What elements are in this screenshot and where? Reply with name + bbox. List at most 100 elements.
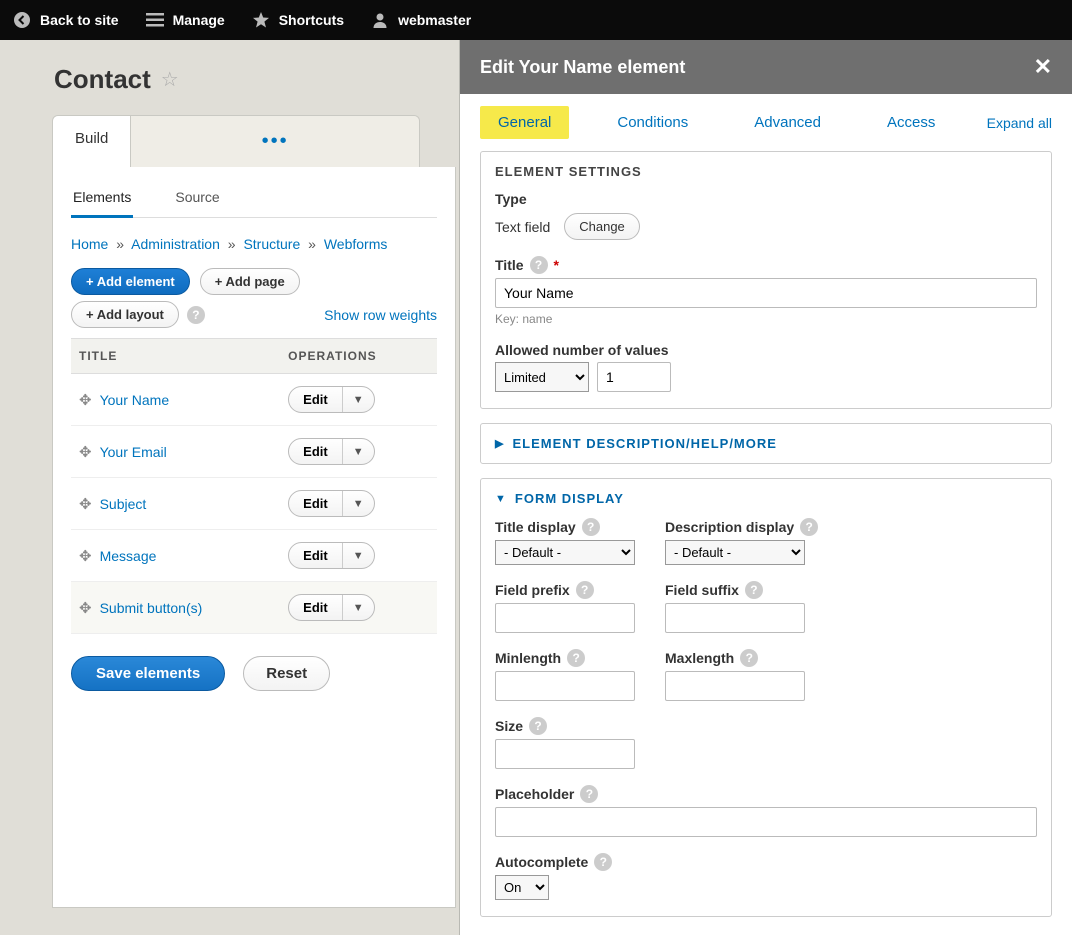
dropdown-toggle-button[interactable]: ▼ [342,439,374,464]
show-row-weights-link[interactable]: Show row weights [324,307,437,323]
help-icon[interactable]: ? [530,256,548,274]
help-icon[interactable]: ? [582,518,600,536]
element-description-toggle[interactable]: ▶ ELEMENT DESCRIPTION/HELP/MORE [481,424,1051,463]
title-field-label: Title [495,257,524,273]
subtab-elements[interactable]: Elements [71,183,133,218]
dropdown-toggle-button[interactable]: ▼ [342,543,374,568]
subtab-source[interactable]: Source [173,183,221,217]
element-description-heading: ELEMENT DESCRIPTION/HELP/MORE [512,436,776,451]
tab-more[interactable]: ••• [131,116,419,167]
autocomplete-select[interactable]: On [495,875,549,900]
title-display-select[interactable]: - Default - [495,540,635,565]
change-type-button[interactable]: Change [564,213,640,240]
element-link[interactable]: Submit button(s) [100,600,203,616]
breadcrumb: Home » Administration » Structure » Webf… [71,236,437,252]
key-hint: Key: name [495,312,1037,326]
field-prefix-label: Field prefix [495,582,570,598]
manage-menu[interactable]: Manage [145,10,225,30]
secondary-tabs: Elements Source [71,183,437,218]
add-page-button[interactable]: + Add page [200,268,300,295]
form-display-toggle[interactable]: ▼ FORM DISPLAY [481,479,1051,518]
maxlength-label: Maxlength [665,650,734,666]
help-icon[interactable]: ? [576,581,594,599]
back-to-site-label: Back to site [40,12,119,28]
edit-button[interactable]: Edit [289,595,342,620]
tab-build[interactable]: Build [53,116,131,167]
expand-all-link[interactable]: Expand all [987,115,1052,131]
shortcuts-label: Shortcuts [279,12,344,28]
crumb-webforms[interactable]: Webforms [324,236,388,252]
allowed-number-input[interactable] [597,362,671,392]
help-icon[interactable]: ? [800,518,818,536]
allowed-values-label: Allowed number of values [495,342,1037,358]
help-icon[interactable]: ? [529,717,547,735]
crumb-admin[interactable]: Administration [131,236,220,252]
left-pane: Contact ☆ Build ••• Elements Source Home… [0,40,460,935]
size-input[interactable] [495,739,635,769]
user-menu[interactable]: webmaster [370,10,471,30]
element-link[interactable]: Your Name [100,392,170,408]
minlength-input[interactable] [495,671,635,701]
tab-access[interactable]: Access [869,106,953,139]
help-icon[interactable]: ? [567,649,585,667]
allowed-mode-select[interactable]: Limited [495,362,589,392]
triangle-right-icon: ▶ [495,437,504,450]
dropdown-toggle-button[interactable]: ▼ [342,595,374,620]
admin-toolbar: Back to site Manage Shortcuts webmaster [0,0,1072,40]
form-display-fieldset: ▼ FORM DISPLAY Title display? - Default … [480,478,1052,917]
field-prefix-input[interactable] [495,603,635,633]
drag-handle-icon[interactable]: ✥ [79,599,92,617]
manage-label: Manage [173,12,225,28]
page-title: Contact [54,64,151,95]
drag-handle-icon[interactable]: ✥ [79,391,92,409]
tab-conditions[interactable]: Conditions [599,106,706,139]
field-suffix-input[interactable] [665,603,805,633]
drag-handle-icon[interactable]: ✥ [79,495,92,513]
shortcuts-menu[interactable]: Shortcuts [251,10,344,30]
user-label: webmaster [398,12,471,28]
hamburger-icon [145,10,165,30]
crumb-structure[interactable]: Structure [243,236,300,252]
add-element-button[interactable]: + Add element [71,268,190,295]
element-settings-heading: ELEMENT SETTINGS [481,152,1051,191]
field-suffix-label: Field suffix [665,582,739,598]
star-icon [251,10,271,30]
help-icon[interactable]: ? [740,649,758,667]
close-icon[interactable]: ✕ [1034,54,1052,80]
desc-display-select[interactable]: - Default - [665,540,805,565]
minlength-label: Minlength [495,650,561,666]
help-icon[interactable]: ? [580,785,598,803]
title-input[interactable] [495,278,1037,308]
favorite-star-icon[interactable]: ☆ [161,67,179,92]
drag-handle-icon[interactable]: ✥ [79,547,92,565]
tab-advanced[interactable]: Advanced [736,106,839,139]
crumb-home[interactable]: Home [71,236,108,252]
add-layout-button[interactable]: + Add layout [71,301,179,328]
edit-button[interactable]: Edit [289,543,342,568]
element-link[interactable]: Your Email [100,444,167,460]
help-icon[interactable]: ? [187,306,205,324]
dropdown-toggle-button[interactable]: ▼ [342,387,374,412]
type-label: Type [495,191,1037,207]
element-link[interactable]: Message [100,548,157,564]
primary-tabs: Build ••• [52,115,420,167]
reset-button[interactable]: Reset [243,656,330,691]
edit-button[interactable]: Edit [289,491,342,516]
drag-handle-icon[interactable]: ✥ [79,443,92,461]
dropdown-toggle-button[interactable]: ▼ [342,491,374,516]
save-elements-button[interactable]: Save elements [71,656,225,691]
maxlength-input[interactable] [665,671,805,701]
placeholder-input[interactable] [495,807,1037,837]
type-value: Text field [495,219,550,235]
edit-button[interactable]: Edit [289,387,342,412]
element-link[interactable]: Subject [100,496,147,512]
back-to-site-link[interactable]: Back to site [12,10,119,30]
table-row: ✥ Subject Edit▼ [71,478,437,530]
help-icon[interactable]: ? [745,581,763,599]
edit-button[interactable]: Edit [289,439,342,464]
placeholder-label: Placeholder [495,786,574,802]
back-arrow-icon [12,10,32,30]
help-icon[interactable]: ? [594,853,612,871]
th-title: TITLE [71,339,280,374]
tab-general[interactable]: General [480,106,569,139]
